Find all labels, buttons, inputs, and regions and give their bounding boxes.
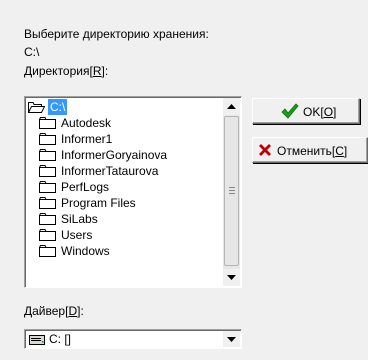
directory-items: C:\ Autodesk Informer1 InformerGoryainova In… xyxy=(27,99,221,259)
ok-button-text: OK xyxy=(303,105,321,119)
ok-button-hotkey: O xyxy=(323,105,334,119)
directory-item-label: InformerGoryainova xyxy=(61,148,168,162)
scroll-thumb[interactable] xyxy=(224,116,239,266)
directory-item-label: Users xyxy=(61,228,93,242)
cancel-button-text: Отменить xyxy=(277,144,332,158)
folder-icon xyxy=(39,197,56,209)
scroll-down-button[interactable] xyxy=(223,269,240,286)
grip-icon xyxy=(229,187,235,194)
directory-item[interactable]: Informer1 xyxy=(27,131,221,147)
drive-label-hotkey: D xyxy=(68,304,78,318)
drive-value: C: [] xyxy=(49,332,72,346)
directory-label-text: Директория xyxy=(24,64,90,78)
directory-item[interactable]: C:\ xyxy=(27,99,221,115)
folder-icon xyxy=(39,133,56,145)
folder-icon xyxy=(39,213,56,225)
drive-label-text: Дайвер xyxy=(24,304,66,318)
directory-item-label: Program Files xyxy=(61,196,136,210)
drive-select[interactable]: C: [] xyxy=(24,329,242,349)
directory-item-label: C:\ xyxy=(48,99,68,115)
x-icon xyxy=(258,143,272,160)
directory-item-label: Informer1 xyxy=(61,132,113,146)
ok-button-label: OK[O] xyxy=(303,105,337,119)
folder-icon xyxy=(39,245,56,257)
folder-icon xyxy=(39,117,56,129)
ok-button[interactable]: OK[O] xyxy=(252,98,360,124)
folder-icon xyxy=(39,229,56,241)
scroll-up-button[interactable] xyxy=(223,98,240,115)
arrow-down-icon xyxy=(227,275,236,280)
directory-item-label: Autodesk xyxy=(61,116,112,130)
directory-item[interactable]: Windows xyxy=(27,243,221,259)
directory-item-label: PerfLogs xyxy=(61,180,110,194)
cancel-button-hotkey: C xyxy=(335,144,344,158)
directory-item[interactable]: PerfLogs xyxy=(27,179,221,195)
folder-icon xyxy=(39,181,56,193)
directory-item-label: SiLabs xyxy=(61,212,98,226)
directory-item[interactable]: Program Files xyxy=(27,195,221,211)
directory-item[interactable]: SiLabs xyxy=(27,211,221,227)
drive-label: Дайвер[D]: xyxy=(24,304,84,318)
cancel-button-label: Отменить[C] xyxy=(277,144,348,158)
folder-icon xyxy=(39,165,56,177)
arrow-up-icon xyxy=(227,104,236,109)
drive-icon xyxy=(29,335,45,345)
directory-item[interactable]: InformerTataurova xyxy=(27,163,221,179)
checkmark-icon xyxy=(281,103,299,122)
directory-item-label: Windows xyxy=(61,244,110,258)
directory-label-hotkey: R xyxy=(92,64,102,78)
directory-item-label: InformerTataurova xyxy=(61,164,159,178)
directory-item[interactable]: Users xyxy=(27,227,221,243)
directory-item[interactable]: InformerGoryainova xyxy=(27,147,221,163)
cancel-button[interactable]: Отменить[C] xyxy=(252,137,368,163)
open-folder-icon xyxy=(27,101,46,113)
folder-icon xyxy=(39,149,56,161)
directory-label: Директория[R]: xyxy=(24,64,109,78)
directory-scrollbar[interactable] xyxy=(223,98,240,286)
prompt-label: Выберите директорию хранения: xyxy=(24,27,209,41)
directory-list[interactable]: C:\ Autodesk Informer1 InformerGoryainova In… xyxy=(24,96,242,288)
directory-item[interactable]: Autodesk xyxy=(27,115,221,131)
current-path: C:\ xyxy=(24,45,40,59)
chevron-down-icon xyxy=(227,337,236,342)
drive-dropdown-button[interactable] xyxy=(223,331,240,347)
